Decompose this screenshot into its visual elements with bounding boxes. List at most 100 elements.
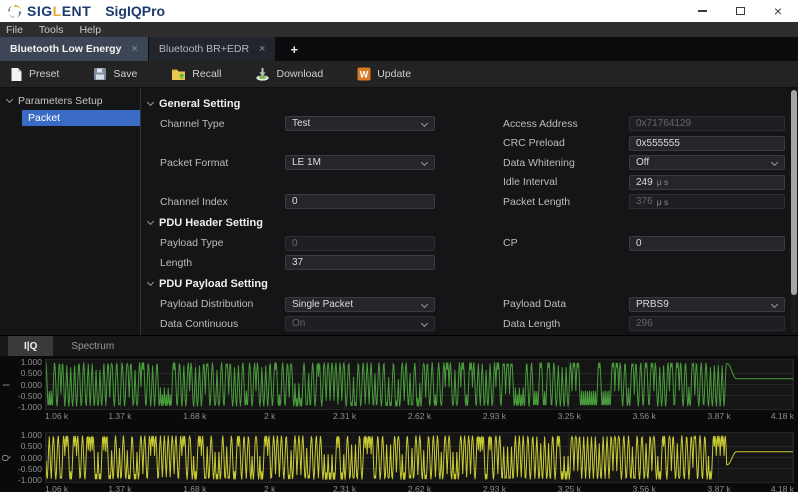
field-cell: PRBS9 xyxy=(629,297,785,312)
packet-length-label: Packet Length xyxy=(503,196,629,208)
idle-interval-label: Idle Interval xyxy=(503,176,629,188)
x-tick-label: 2.93 k xyxy=(483,411,506,421)
channel-i-label: I xyxy=(0,359,12,410)
form-row: Idle Interval249μ s xyxy=(148,173,790,193)
field-value: 0 xyxy=(292,237,298,250)
field-cell: 296 xyxy=(629,316,785,331)
form-row: Channel TypeTestAccess Address0x71764129 xyxy=(148,114,790,134)
save-button[interactable]: Save xyxy=(93,67,137,81)
y-tick-label: 0.500 xyxy=(21,368,42,378)
x-tick-label: 2.31 k xyxy=(333,411,356,421)
x-tick-label: 1.06 k xyxy=(45,484,68,492)
form-row: Payload Type0CP0 xyxy=(148,234,790,254)
scrollbar-thumb[interactable] xyxy=(791,90,797,295)
x-tick-label: 1.37 k xyxy=(108,411,131,421)
field-cell: 0x555555 xyxy=(629,136,785,151)
x-tick-label: 2.31 k xyxy=(333,484,356,492)
chevron-down-icon xyxy=(771,159,778,166)
field-cell: LE 1M xyxy=(285,155,435,170)
viewer-tab-spectrum[interactable]: Spectrum xyxy=(55,336,130,356)
packet-length-input: 376μ s xyxy=(629,194,785,209)
recall-button[interactable]: Recall xyxy=(171,67,221,81)
field-value: LE 1M xyxy=(292,156,321,169)
toolbar-button-label: Update xyxy=(377,68,411,80)
channel-index-label: Channel Index xyxy=(160,196,285,208)
y-tick-label: 0.000 xyxy=(21,453,42,463)
packet-form: General SettingChannel TypeTestAccess Ad… xyxy=(141,88,798,335)
crc-preload-input[interactable]: 0x555555 xyxy=(629,136,785,151)
chevron-down-icon xyxy=(6,96,13,103)
close-button[interactable]: × xyxy=(772,5,784,17)
toolbar-button-label: Save xyxy=(113,68,137,80)
section-header-pdu-payload-setting[interactable]: PDU Payload Setting xyxy=(148,274,790,295)
viewer-tab-bar: I|QSpectrum xyxy=(0,336,798,356)
payload-distribution-select[interactable]: Single Packet xyxy=(285,297,435,312)
field-value: 296 xyxy=(636,317,653,330)
app-logo: SIGLENT xyxy=(6,3,91,20)
field-value: PRBS9 xyxy=(636,298,669,311)
siglent-logo-icon xyxy=(6,3,23,20)
form-row: Packet FormatLE 1MData WhiteningOff xyxy=(148,153,790,173)
x-tick-label: 2.93 k xyxy=(483,484,506,492)
tab-close-icon[interactable]: × xyxy=(131,43,137,55)
data-whitening-select[interactable]: Off xyxy=(629,155,785,170)
menu-file[interactable]: File xyxy=(6,24,23,36)
app-title: SigIQPro xyxy=(105,3,165,19)
field-cell: 249μ s xyxy=(629,175,785,190)
y-tick-label: -1.000 xyxy=(18,402,42,412)
title-bar: SIGLENT SigIQPro × xyxy=(0,0,798,22)
field-cell: 376μ s xyxy=(629,194,785,209)
tab-label: Bluetooth BR+EDR xyxy=(159,43,249,55)
y-tick-label: 0.500 xyxy=(21,441,42,451)
field-cell: 0 xyxy=(285,194,435,209)
length-input[interactable]: 37 xyxy=(285,255,435,270)
parameters-sidebar: Parameters Setup Packet xyxy=(0,88,141,335)
plot-area-i xyxy=(45,359,794,410)
sidebar-item-packet[interactable]: Packet xyxy=(22,110,140,126)
field-unit: μ s xyxy=(657,177,669,187)
tab-bluetooth-low-energy[interactable]: Bluetooth Low Energy× xyxy=(0,37,149,61)
x-axis-labels: 1.06 k1.37 k1.68 k2 k2.31 k2.62 k2.93 k3… xyxy=(45,410,794,422)
cp-label: CP xyxy=(503,237,629,249)
data-continuous-select: On xyxy=(285,316,435,331)
crc-preload-label: CRC Preload xyxy=(503,137,629,149)
floppy-icon xyxy=(93,67,107,81)
tab-close-icon[interactable]: × xyxy=(259,43,265,55)
tab-bluetooth-br-edr[interactable]: Bluetooth BR+EDR × xyxy=(149,37,277,61)
menu-tools[interactable]: Tools xyxy=(39,24,64,36)
section-header-pdu-header-setting[interactable]: PDU Header Setting xyxy=(148,213,790,234)
vertical-scrollbar[interactable] xyxy=(791,90,797,333)
field-cell: 0 xyxy=(285,236,435,251)
y-tick-label: -1.000 xyxy=(18,475,42,485)
viewer-tab-i-q[interactable]: I|Q xyxy=(8,336,53,356)
field-cell: 0x71764129 xyxy=(629,116,785,131)
cp-input[interactable]: 0 xyxy=(629,236,785,251)
x-tick-label: 3.56 k xyxy=(633,484,656,492)
preset-button[interactable]: Preset xyxy=(10,67,59,82)
new-tab-button[interactable]: + xyxy=(276,37,312,61)
section-header-general-setting[interactable]: General Setting xyxy=(148,93,790,114)
plot-i-block: I1.0000.5000.000-0.500-1.000 xyxy=(0,359,798,410)
idle-interval-input[interactable]: 249μ s xyxy=(629,175,785,190)
maximize-icon xyxy=(736,7,745,15)
payload-data-select[interactable]: PRBS9 xyxy=(629,297,785,312)
data-length-input: 296 xyxy=(629,316,785,331)
menu-help[interactable]: Help xyxy=(79,24,101,36)
field-value: 0x71764129 xyxy=(636,117,691,130)
channel-index-input[interactable]: 0 xyxy=(285,194,435,209)
channel-type-select[interactable]: Test xyxy=(285,116,435,131)
minimize-button[interactable] xyxy=(696,5,708,17)
field-value: 37 xyxy=(292,256,303,269)
chevron-down-icon xyxy=(771,301,778,308)
access-address-label: Access Address xyxy=(503,118,629,130)
field-value: 0 xyxy=(292,195,298,208)
plot-area-q xyxy=(45,432,794,483)
x-tick-label: 1.37 k xyxy=(108,484,131,492)
download-button[interactable]: Download xyxy=(255,67,323,81)
plot-q-block: Q1.0000.5000.000-0.500-1.000 xyxy=(0,432,798,483)
sidebar-root-parameters-setup[interactable]: Parameters Setup xyxy=(0,92,140,110)
maximize-button[interactable] xyxy=(734,5,746,17)
packet-format-select[interactable]: LE 1M xyxy=(285,155,435,170)
tab-bar: Bluetooth Low Energy× Bluetooth BR+EDR × + xyxy=(0,37,798,61)
update-button[interactable]: WUpdate xyxy=(357,67,411,81)
